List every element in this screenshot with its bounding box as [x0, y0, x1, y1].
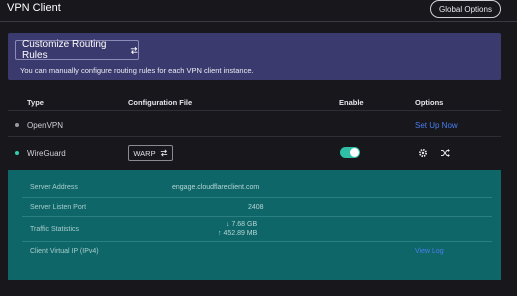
view-log-link[interactable]: View Log [415, 248, 444, 255]
wireguard-details-panel: Server Address engage.cloudflareclient.c… [8, 170, 501, 280]
swap-arrows-icon [160, 149, 167, 157]
details-divider [22, 241, 492, 242]
status-dot-openvpn [15, 123, 19, 127]
global-options-button[interactable]: Global Options [430, 0, 501, 18]
shuffle-icon[interactable] [440, 148, 450, 158]
page-header: VPN Client Global Options [0, 0, 517, 22]
traffic-down-value: 7.68 GB [231, 221, 258, 228]
banner-description: You can manually configure routing rules… [20, 66, 254, 75]
details-divider [22, 197, 492, 198]
traffic-statistics-label: Traffic Statistics [30, 226, 80, 233]
enable-toggle-wireguard[interactable] [340, 147, 360, 158]
toggle-knob [350, 148, 359, 157]
traffic-up: ↑ 452.89 MB [218, 230, 257, 237]
arrow-up-icon: ↑ [218, 230, 222, 237]
traffic-down: ↓ 7.68 GB [226, 221, 257, 228]
row-type-wireguard: WireGuard [27, 149, 66, 158]
server-address-label: Server Address [30, 184, 78, 191]
column-header-config: Configuration File [128, 98, 193, 107]
customize-routing-rules-button[interactable]: Customize Routing Rules [15, 39, 139, 61]
arrow-down-icon: ↓ [226, 221, 230, 228]
swap-arrows-icon [130, 46, 138, 54]
routing-banner: Customize Routing Rules You can manually… [8, 33, 501, 80]
table-divider [8, 110, 501, 111]
server-port-value: 2408 [248, 204, 264, 211]
server-port-label: Server Listen Port [30, 204, 87, 211]
status-dot-wireguard [15, 151, 19, 155]
virtual-ip-label: Client Virtual IP (IPv4) [30, 248, 99, 255]
traffic-up-value: 452.89 MB [223, 230, 258, 237]
customize-routing-rules-label: Customize Routing Rules [22, 39, 107, 61]
table-divider [8, 136, 501, 137]
details-divider [22, 216, 492, 217]
gear-icon[interactable] [418, 148, 428, 158]
config-file-select[interactable]: WARP [128, 145, 173, 161]
column-header-options: Options [415, 98, 444, 107]
set-up-now-link[interactable]: Set Up Now [415, 121, 458, 130]
column-header-enable: Enable [339, 98, 364, 107]
config-file-label: WARP [133, 148, 156, 158]
server-address-value: engage.cloudflareclient.com [172, 184, 260, 191]
page-title: VPN Client [7, 2, 61, 14]
column-header-type: Type [27, 98, 44, 107]
row-type-openvpn: OpenVPN [27, 121, 64, 130]
